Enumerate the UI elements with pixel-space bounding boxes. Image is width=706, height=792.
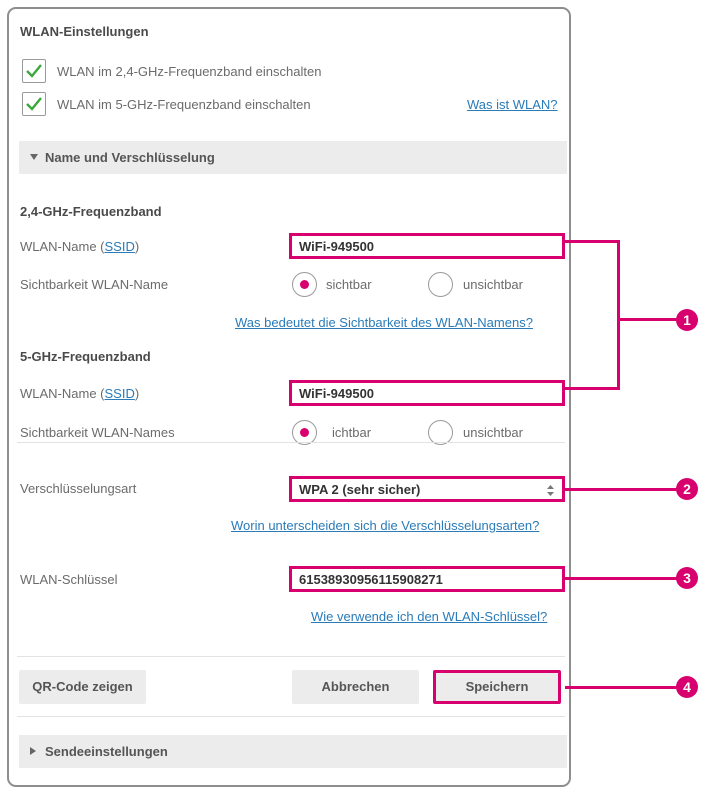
callout-line-2 xyxy=(565,488,677,491)
callout-badge-4: 4 xyxy=(676,676,698,698)
callout-line-1d xyxy=(617,318,677,321)
caret-right-icon xyxy=(30,747,36,755)
name-encryption-section-toggle[interactable]: Name und Verschlüsselung xyxy=(19,141,567,174)
band24-heading: 2,4-GHz-Frequenzband xyxy=(20,204,162,219)
encryption-help-link[interactable]: Worin unterscheiden sich die Verschlüsse… xyxy=(231,518,539,533)
wlan-key-label: WLAN-Schlüssel xyxy=(20,572,118,587)
band5-checkbox[interactable] xyxy=(22,92,46,116)
checkmark-icon xyxy=(26,64,42,78)
qr-code-button[interactable]: QR-Code zeigen xyxy=(19,670,146,704)
divider xyxy=(17,656,565,657)
band24-invisible-radio[interactable] xyxy=(428,272,453,297)
band5-ssid-input[interactable]: WiFi-949500 xyxy=(289,380,565,406)
callout-badge-1: 1 xyxy=(676,309,698,331)
band5-checkbox-label: WLAN im 5-GHz-Frequenzband einschalten xyxy=(57,97,311,112)
callout-badge-3: 3 xyxy=(676,567,698,589)
encryption-select[interactable]: WPA 2 (sehr sicher) xyxy=(289,476,565,502)
band5-ssid-link[interactable]: SSID xyxy=(105,386,135,401)
band24-checkbox-label: WLAN im 2,4-GHz-Frequenzband einschalten xyxy=(57,64,322,79)
caret-down-icon xyxy=(30,154,38,160)
name-encryption-section-label: Name und Verschlüsselung xyxy=(45,150,215,165)
send-settings-section-label: Sendeeinstellungen xyxy=(45,744,168,759)
band5-invisible-option-label: unsichtbar xyxy=(463,425,523,440)
callout-line-1c xyxy=(617,240,620,390)
divider xyxy=(17,716,565,717)
band5-visibility-label: Sichtbarkeit WLAN-Names xyxy=(20,425,175,440)
callout-line-1a xyxy=(565,240,620,243)
callout-badge-2: 2 xyxy=(676,478,698,500)
wlan-settings-panel: WLAN-Einstellungen WLAN im 2,4-GHz-Frequ… xyxy=(7,7,571,787)
band24-visible-option-label: sichtbar xyxy=(326,277,372,292)
band5-visible-option-label: ichtbar xyxy=(332,425,372,440)
callout-line-3 xyxy=(565,577,677,580)
band24-ssid-input[interactable]: WiFi-949500 xyxy=(289,233,565,259)
callout-line-4 xyxy=(565,686,677,689)
callout-line-1b xyxy=(565,387,620,390)
cancel-button[interactable]: Abbrechen xyxy=(292,670,419,704)
divider xyxy=(17,442,565,443)
panel-title: WLAN-Einstellungen xyxy=(20,24,149,39)
checkmark-icon xyxy=(26,97,42,111)
band5-heading: 5-GHz-Frequenzband xyxy=(20,349,151,364)
band24-visible-radio[interactable] xyxy=(292,272,317,297)
what-is-wlan-link[interactable]: Was ist WLAN? xyxy=(467,97,558,112)
radio-selected-dot xyxy=(300,280,309,289)
visibility-help-link[interactable]: Was bedeutet die Sichtbarkeit des WLAN-N… xyxy=(235,315,533,330)
band5-ssid-label: WLAN-Name (SSID) xyxy=(20,386,140,401)
band24-ssid-link[interactable]: SSID xyxy=(105,239,135,254)
wlan-key-input[interactable]: 61538930956115908271 xyxy=(289,566,565,592)
send-settings-section-toggle[interactable]: Sendeeinstellungen xyxy=(19,735,567,768)
band24-visibility-label: Sichtbarkeit WLAN-Name xyxy=(20,277,169,292)
save-button[interactable]: Speichern xyxy=(433,670,561,704)
radio-selected-dot xyxy=(300,428,309,437)
select-arrows-icon xyxy=(547,485,554,496)
band24-invisible-option-label: unsichtbar xyxy=(463,277,523,292)
encryption-label: Verschlüsselungsart xyxy=(20,481,137,496)
band24-checkbox[interactable] xyxy=(22,59,46,83)
wlan-key-help-link[interactable]: Wie verwende ich den WLAN-Schlüssel? xyxy=(311,609,547,624)
band24-ssid-label: WLAN-Name (SSID) xyxy=(20,239,140,254)
encryption-select-value: WPA 2 (sehr sicher) xyxy=(299,482,421,497)
